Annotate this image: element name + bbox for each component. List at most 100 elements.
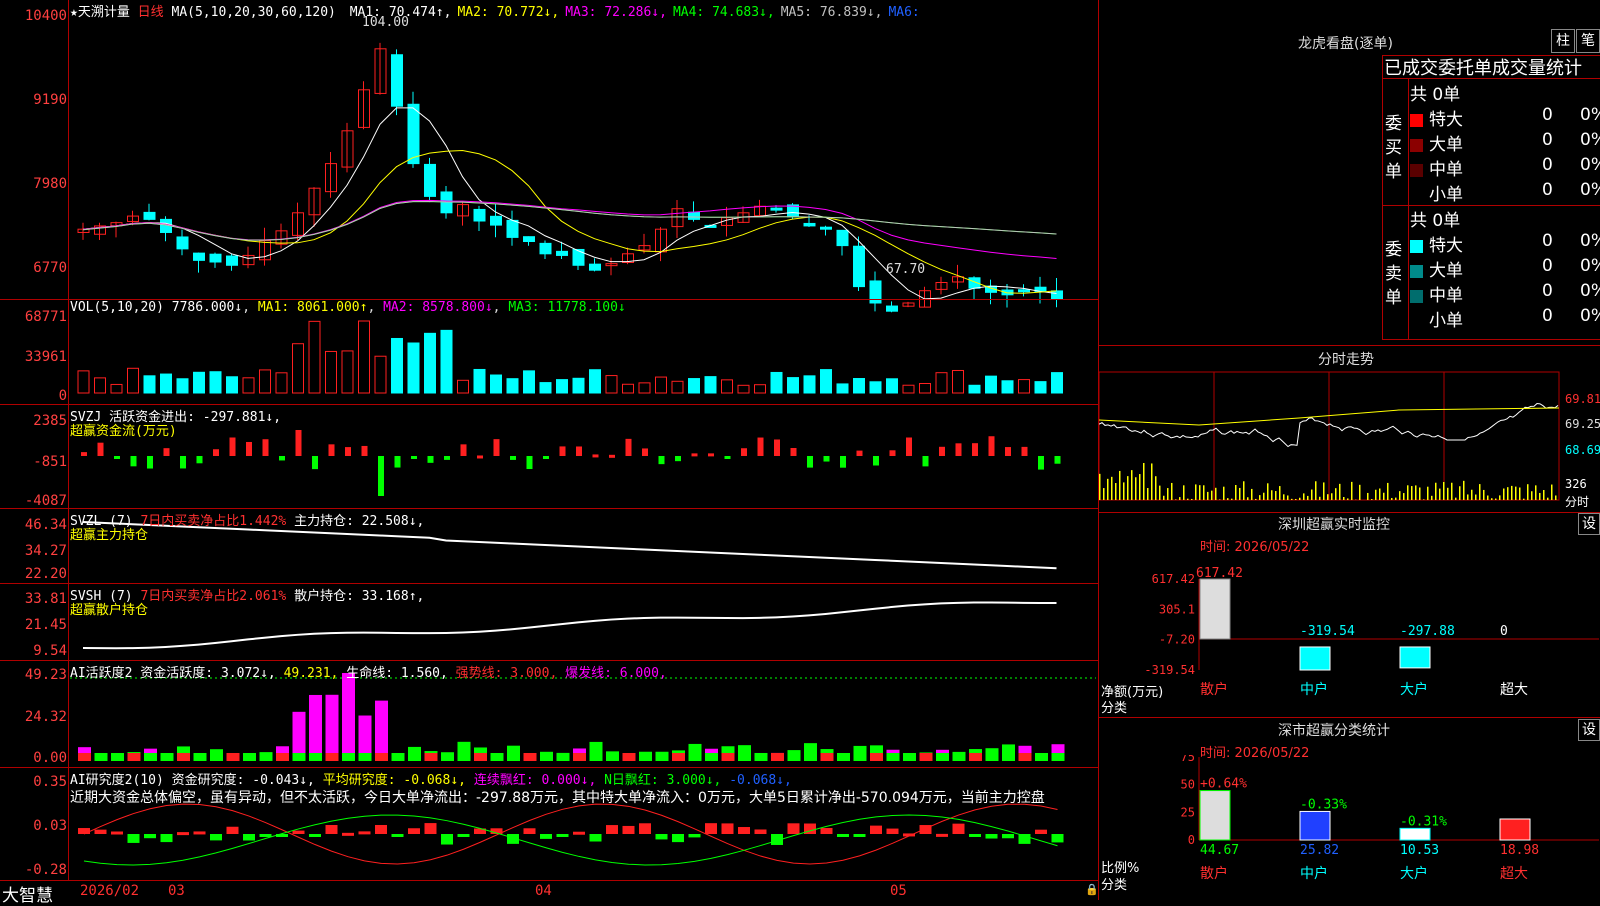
candle	[474, 209, 485, 221]
fund-flow-bar	[956, 443, 962, 456]
monitor-category-label: 超大	[1500, 682, 1528, 698]
divider	[1382, 339, 1600, 340]
intraday-volume-bar	[1531, 491, 1533, 500]
intraday-volume-bar	[1495, 499, 1497, 500]
stock-name[interactable]: ★天溯计量	[70, 5, 130, 20]
svsh-position: 散户持仓: 33.168↑,	[294, 589, 424, 604]
research-bar	[953, 824, 965, 834]
svzj-sub: 超赢资金流(万元)	[70, 420, 177, 439]
intraday-volume-bar	[1331, 493, 1333, 500]
intraday-volume-bar	[1303, 493, 1305, 500]
intraday-volume-bar	[1111, 477, 1113, 500]
intraday-volume-bar	[1279, 486, 1281, 500]
candle	[491, 216, 502, 225]
volume-bar	[837, 384, 848, 393]
monitor-data-label: -319.54	[1300, 624, 1355, 639]
stats-category-label: 中户	[1300, 865, 1328, 882]
stats-value-label: 44.67	[1200, 843, 1239, 858]
activity-base-bar	[755, 753, 768, 761]
research-bar	[210, 834, 222, 840]
research-bar	[161, 834, 173, 842]
ma-value: MA5: 76.839↓,	[781, 5, 883, 20]
sell-total: 共 0单	[1410, 206, 1460, 231]
research-bar	[111, 831, 123, 834]
fund-flow-bar	[246, 442, 252, 456]
fund-flow-bar	[1022, 447, 1028, 456]
color-swatch	[1410, 265, 1423, 278]
bar-mode-button[interactable]: 柱	[1551, 29, 1575, 53]
intraday-volume-bar	[1387, 483, 1389, 500]
activity-base-bar	[738, 753, 751, 761]
research-bar	[425, 823, 437, 834]
activity-base-bar	[639, 753, 652, 761]
order-pct: 0%	[1580, 180, 1600, 200]
activity-bar	[309, 695, 322, 761]
research-bar	[1002, 834, 1014, 838]
brand-label: 大智慧	[2, 881, 53, 906]
intraday-volume-bar	[1311, 490, 1313, 500]
pane-divider	[0, 404, 1098, 405]
intraday-volume-bar	[1515, 487, 1517, 500]
intraday-volume-bar	[1155, 476, 1157, 500]
intraday-volume-bar	[1427, 487, 1429, 500]
monitor-settings-button[interactable]: 设	[1578, 513, 1600, 535]
intraday-volume-bar	[1415, 485, 1417, 500]
research-bar	[623, 826, 635, 834]
intraday-volume-bar	[1455, 498, 1457, 500]
candle	[507, 220, 518, 237]
kline-chart-area[interactable]	[0, 0, 1100, 900]
fund-flow-bar	[147, 456, 153, 469]
research-bar	[243, 834, 255, 841]
order-pct: 0%	[1580, 281, 1600, 301]
monitor-y-tick: -319.54	[1144, 663, 1195, 677]
intraday-volume-bar	[1235, 485, 1237, 500]
monitor-data-label: 0	[1500, 624, 1508, 639]
activity-base-bar	[804, 753, 817, 761]
volume-bar	[804, 376, 815, 393]
activity-base-bar	[870, 753, 883, 761]
monitor-category-label: 大户	[1400, 681, 1428, 698]
stats-category-label: 散户	[1200, 865, 1228, 882]
monitor-y-tick: -7.20	[1159, 633, 1195, 647]
candle	[821, 227, 832, 229]
pane-divider	[0, 508, 1098, 509]
research-bar	[755, 829, 767, 834]
svzl-sub: 超赢主力持仓	[70, 524, 148, 543]
activity-base-bar	[95, 753, 108, 761]
monitor-chart[interactable]: 617.42305.1-7.20-319.54617.42散户-319.54中户…	[1099, 552, 1600, 712]
order-size-label: 中单	[1429, 286, 1463, 306]
order-row: 小单00%	[1410, 180, 1463, 205]
vol-ma2: MA2: 8578.800↓	[383, 300, 493, 315]
intraday-volume-bar	[1419, 487, 1421, 500]
vol-ma1: MA1: 8061.000↑	[258, 300, 368, 315]
color-swatch	[1410, 139, 1423, 152]
intraday-volume-bar	[1367, 493, 1369, 500]
stats-chart[interactable]: 7550250+0.64%44.67散户-0.33%25.82中户-0.31%1…	[1099, 755, 1600, 900]
lock-icon[interactable]: 🔒	[1085, 883, 1099, 896]
intraday-volume-bar	[1507, 487, 1509, 500]
candle	[210, 254, 221, 262]
research-bar	[738, 827, 750, 834]
order-size-label: 小单	[1429, 311, 1463, 331]
research-bar	[144, 834, 156, 838]
intraday-volume-bar	[1475, 495, 1477, 500]
intraday-chart[interactable]	[1099, 370, 1600, 510]
stats-settings-button[interactable]: 设	[1578, 719, 1600, 741]
tick-mode-button[interactable]: 笔	[1576, 29, 1600, 53]
fund-flow-bar	[1055, 456, 1061, 464]
activity-base-bar	[293, 753, 306, 761]
intraday-volume-bar	[1503, 488, 1505, 500]
pane-divider	[0, 583, 1098, 584]
fund-flow-bar	[213, 449, 219, 456]
period-label[interactable]: 日线	[138, 5, 164, 20]
vol-header: VOL(5,10,20) 7786.000↓, MA1: 8061.000↑, …	[70, 300, 626, 315]
intraday-volume-bar	[1107, 479, 1109, 500]
vol-ma3: MA3: 11778.100↓	[508, 300, 625, 315]
fund-flow-bar	[230, 438, 236, 456]
intraday-volume-bar	[1447, 488, 1449, 500]
candle	[540, 243, 551, 253]
research-bar	[986, 834, 998, 839]
activity-base-bar	[408, 753, 421, 761]
price-tick: 7980	[33, 176, 67, 192]
intraday-volume-bar	[1199, 485, 1201, 500]
